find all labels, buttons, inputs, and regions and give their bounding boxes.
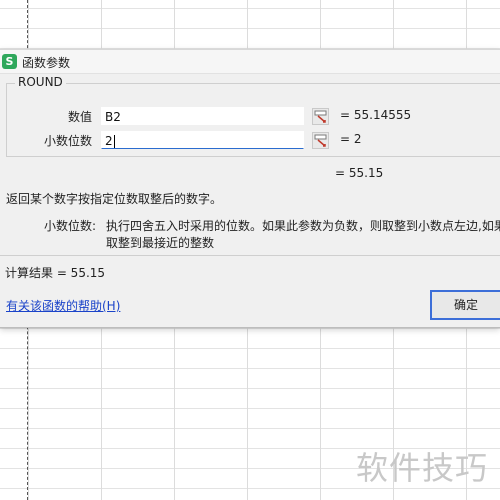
range-select-icon (314, 134, 327, 147)
function-name: ROUND (15, 75, 66, 89)
arg-number-result: = 55.14555 (340, 108, 412, 122)
wps-app-icon: S (2, 54, 17, 69)
range-select-icon (314, 110, 327, 123)
dialog-titlebar[interactable]: S 函数参数 (0, 50, 500, 74)
formula-result: = 55.15 (335, 166, 384, 180)
arg-digits-label: 小数位数 (43, 134, 92, 148)
collapse-ref-button-number[interactable] (312, 108, 329, 125)
divider (0, 255, 500, 256)
calc-result: 计算结果 = 55.15 (5, 266, 106, 280)
arg-help-text-line2: 取整到最接近的整数 (106, 236, 215, 250)
arg-help-label: 小数位数: (44, 219, 97, 233)
function-description: 返回某个数字按指定位数取整后的数字。 (6, 192, 223, 206)
arg-digits-value: 2 (105, 134, 113, 148)
arg-digits-input[interactable]: 2 (101, 131, 304, 149)
text-caret (113, 135, 115, 148)
dialog-title: 函数参数 (22, 56, 71, 70)
collapse-ref-button-digits[interactable] (312, 132, 329, 149)
function-arguments-dialog: S 函数参数 ROUND 数值 B2 = 55.14555 小数位数 2 = 2… (0, 49, 500, 328)
arg-number-label: 数值 (67, 110, 92, 124)
function-help-link[interactable]: 有关该函数的帮助(H) (6, 297, 120, 314)
arg-number-input[interactable]: B2 (101, 107, 304, 125)
ok-button[interactable]: 确定 (430, 290, 500, 320)
arg-help-text-line1: 执行四舍五入时采用的位数。如果此参数为负数，则取整到小数点左边,如果 (106, 219, 500, 233)
watermark: 软件技巧 (356, 449, 489, 487)
arg-digits-result: = 2 (340, 132, 362, 146)
